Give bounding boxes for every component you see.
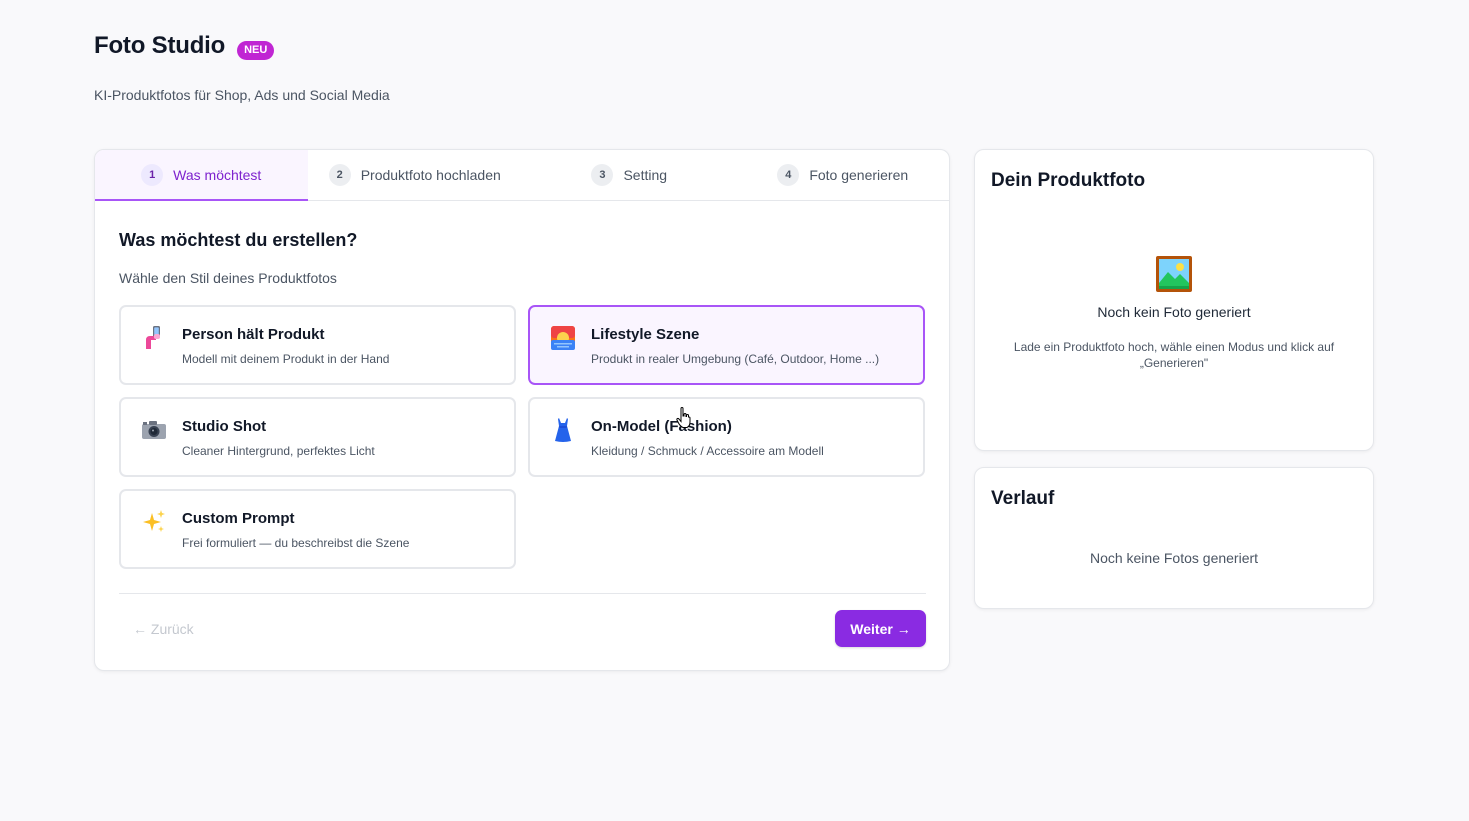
option-title: Lifestyle Szene <box>591 326 700 343</box>
option-description: Cleaner Hintergrund, perfektes Licht <box>182 444 375 458</box>
tab-step-2[interactable]: 2 Produktfoto hochladen <box>308 150 523 200</box>
back-button[interactable]: ← Zurück <box>133 621 194 637</box>
option-title: Person hält Produkt <box>182 326 325 343</box>
option-custom-prompt[interactable]: Custom Prompt Frei formuliert — du besch… <box>119 489 516 569</box>
framed-picture-icon <box>1155 255 1193 293</box>
preview-title: Dein Produktfoto <box>991 170 1146 191</box>
next-button[interactable]: Weiter → <box>835 610 926 647</box>
title-row: Foto Studio NEU <box>94 32 390 60</box>
page-title: Foto Studio <box>94 32 226 59</box>
tab-label: Foto generieren <box>809 167 909 183</box>
option-studio-shot[interactable]: Studio Shot Cleaner Hintergrund, perfekt… <box>119 397 516 477</box>
page-subtitle: KI-Produktfotos für Shop, Ads und Social… <box>94 87 390 103</box>
option-description: Frei formuliert — du beschreibst die Sze… <box>182 536 410 550</box>
tab-step-4[interactable]: 4 Foto generieren <box>737 150 950 200</box>
option-description: Kleidung / Schmuck / Accessoire am Model… <box>591 444 824 458</box>
option-title: Custom Prompt <box>182 510 295 527</box>
new-badge: NEU <box>237 40 275 60</box>
wizard-card: 1 Was möchtest 2 Produktfoto hochladen 3… <box>94 149 950 671</box>
divider <box>119 593 926 594</box>
sunset-scene-icon <box>550 325 576 351</box>
empty-state-title: Noch kein Foto generiert <box>1097 304 1251 320</box>
option-title: Studio Shot <box>182 418 267 435</box>
tab-label: Was möchtest <box>173 167 262 183</box>
camera-icon <box>141 417 167 443</box>
sparkles-icon <box>141 509 167 535</box>
option-lifestyle-scene[interactable]: Lifestyle Szene Produkt in realer Umgebu… <box>528 305 925 385</box>
dress-icon <box>550 417 576 443</box>
section-title: Was möchtest du erstellen? <box>119 230 358 250</box>
step-tabs: 1 Was möchtest 2 Produktfoto hochladen 3… <box>95 150 949 201</box>
option-title: On-Model (Fashion) <box>591 418 732 435</box>
option-person-holds-product[interactable]: Person hält Produkt Modell mit deinem Pr… <box>119 305 516 385</box>
option-on-model-fashion[interactable]: On-Model (Fashion) Kleidung / Schmuck / … <box>528 397 925 477</box>
step-number: 3 <box>591 164 614 186</box>
step-number: 2 <box>328 164 351 186</box>
page-header: Foto Studio NEU KI-Produktfotos für Shop… <box>94 32 390 103</box>
history-empty-text: Noch keine Fotos generiert <box>1089 550 1259 566</box>
page: Foto Studio NEU KI-Produktfotos für Shop… <box>0 0 1469 821</box>
tab-step-3[interactable]: 3 Setting <box>522 150 737 200</box>
tab-label: Setting <box>623 167 668 183</box>
empty-state-description: Lade ein Produktfoto hoch, wähle einen M… <box>1013 340 1335 370</box>
hand-holding-phone-icon <box>141 325 167 351</box>
option-description: Modell mit deinem Produkt in der Hand <box>182 352 390 366</box>
section-subtitle: Wähle den Stil deines Produktfotos <box>119 270 337 286</box>
tab-label: Produktfoto hochladen <box>360 167 501 183</box>
tab-step-1[interactable]: 1 Was möchtest <box>95 150 308 201</box>
history-panel: Verlauf Noch keine Fotos generiert <box>974 467 1374 609</box>
option-description: Produkt in realer Umgebung (Café, Outdoo… <box>591 352 880 366</box>
history-title: Verlauf <box>991 488 1055 509</box>
step-number: 4 <box>777 164 800 186</box>
preview-panel: Dein Produktfoto Noch kein Foto generier… <box>974 149 1374 451</box>
hand-cursor-icon <box>676 407 691 428</box>
step-number: 1 <box>141 164 164 186</box>
